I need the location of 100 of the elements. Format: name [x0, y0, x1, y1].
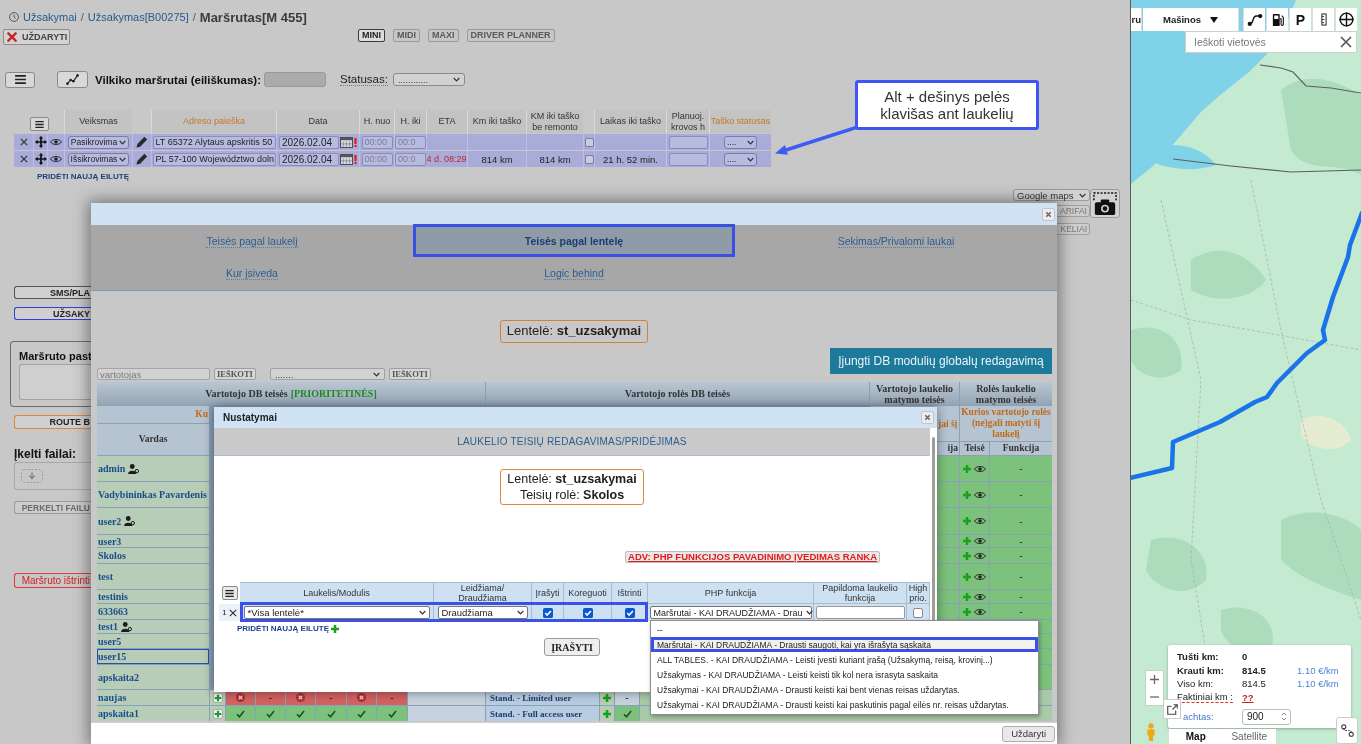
- delete-icon[interactable]: [228, 608, 237, 617]
- address-field[interactable]: PL 57-100 Województwo doln: [152, 152, 276, 166]
- locate-button[interactable]: [1335, 8, 1357, 31]
- eye-icon[interactable]: [974, 517, 986, 525]
- eye-icon[interactable]: [974, 607, 986, 616]
- eye-icon[interactable]: [50, 155, 62, 163]
- checkbox[interactable]: [913, 607, 923, 618]
- close-button[interactable]: [921, 411, 934, 424]
- eye-icon[interactable]: [974, 490, 986, 499]
- map-type-tab[interactable]: Map: [1169, 729, 1223, 744]
- vehicles-select[interactable]: Mašinos: [1143, 8, 1239, 31]
- menu-icon: [225, 589, 234, 597]
- checkbox[interactable]: [584, 154, 594, 164]
- section-label: Įkelti failai:: [14, 448, 77, 461]
- status-select[interactable]: ....: [724, 152, 757, 166]
- notes-field[interactable]: [19, 364, 91, 400]
- view-button[interactable]: MAXI: [428, 29, 459, 42]
- close-dialog-button[interactable]: Uždaryti: [1002, 725, 1055, 742]
- delete-icon[interactable]: [19, 138, 28, 146]
- menu-button[interactable]: [221, 586, 238, 600]
- action-select[interactable]: Išsikrovimas: [67, 152, 130, 166]
- freight-field[interactable]: 900: [1242, 708, 1291, 725]
- parking-button[interactable]: P: [1289, 8, 1311, 31]
- breadcrumb-link[interactable]: Užsakymas[B00275]: [87, 11, 189, 23]
- chart-button[interactable]: [57, 71, 88, 88]
- ruler-icon: [1320, 13, 1327, 26]
- view-button[interactable]: MIDI: [393, 29, 420, 42]
- pencil-icon[interactable]: [136, 136, 148, 148]
- breadcrumb-link[interactable]: Užsakymai: [23, 11, 77, 23]
- calendar-icon[interactable]: [340, 153, 353, 165]
- close-button[interactable]: [1042, 207, 1055, 221]
- add-row-link[interactable]: PRIDĖTI NAUJĄ EILUTĘ: [37, 172, 129, 181]
- dropdown-option[interactable]: Užsakymai - KAI DRAUDŽIAMA - Drausti keisti kai bent vienas reisas uždarytas.: [651, 682, 1038, 697]
- map-source-select[interactable]: Google maps: [1013, 189, 1090, 201]
- side-button[interactable]: SMS/PLA: [14, 286, 91, 299]
- user-name: test: [98, 571, 113, 582]
- date-field[interactable]: 2026.02.04: [279, 135, 339, 149]
- dropdown-option[interactable]: Maršrutai - KAI DRAUDŽIAMA - Drausti saugoti, kai yra išrašyta sąskaita: [651, 637, 1038, 652]
- save-button[interactable]: ĮRAŠYTI: [544, 638, 600, 656]
- hours-field[interactable]: [668, 152, 708, 166]
- checkbox[interactable]: [582, 607, 593, 618]
- cross-icon: [296, 693, 305, 702]
- add-row-link[interactable]: PRIDĖTI NAUJĄ EILUTĘ: [237, 624, 329, 634]
- dropdown-option[interactable]: Užsakymai - KAI DRAUDŽIAMA - Drausti keisti kai paskutinis pagal eilės nr. reisas uždarytas.: [651, 697, 1038, 712]
- address-field[interactable]: LT 65372 Alytaus apskritis 50: [152, 135, 276, 149]
- manual-input-link[interactable]: ADV: PHP FUNKCIJOS PAVADINIMO ĮVEDIMAS RANKA: [625, 551, 880, 563]
- eye-icon[interactable]: [974, 537, 986, 545]
- user-search-field[interactable]: vartotojas: [97, 368, 210, 380]
- input-field[interactable]: [815, 606, 905, 619]
- location-search-field[interactable]: Ieškoti vietovės: [1185, 31, 1357, 53]
- status-select[interactable]: ....: [724, 135, 757, 149]
- pencil-icon[interactable]: [136, 153, 148, 165]
- checkbox[interactable]: [624, 607, 635, 618]
- cross-icon: [236, 693, 245, 702]
- open-external-button[interactable]: [1163, 699, 1181, 719]
- fuel-button[interactable]: [1266, 8, 1288, 31]
- plus-icon[interactable]: [331, 625, 339, 633]
- eye-icon[interactable]: [974, 551, 986, 560]
- action-select[interactable]: Pasikrovima: [67, 135, 130, 149]
- route-button[interactable]: [1243, 8, 1265, 31]
- hours-field[interactable]: [668, 135, 708, 149]
- column-header: H. iki: [394, 110, 426, 133]
- toolbar-tab[interactable]: ru: [1131, 8, 1142, 31]
- map-type-tab[interactable]: Satellite: [1222, 729, 1276, 744]
- eye-icon[interactable]: [974, 592, 986, 601]
- menu-button[interactable]: [29, 117, 49, 131]
- ruler-button[interactable]: [1312, 8, 1334, 31]
- search-button[interactable]: IEŠKOTI: [214, 368, 256, 380]
- search-button[interactable]: IEŠKOTI: [388, 368, 431, 380]
- dropdown-option[interactable]: ALL TABLES. - KAI DRAUDŽIAMA - Leisti įvesti kuriant įrašą (Užsakymą, reisą, krovinį...): [651, 652, 1038, 667]
- status-select[interactable]: ............: [392, 73, 465, 86]
- role-select[interactable]: .......: [269, 368, 385, 380]
- global-edit-button[interactable]: Įjungti DB modulių globalų redagavimą: [830, 348, 1052, 374]
- move-icon[interactable]: [34, 153, 47, 165]
- check-icon: [236, 709, 245, 718]
- checkbox[interactable]: [584, 137, 594, 147]
- field-select[interactable]: *Visa lentelė*: [243, 606, 430, 619]
- view-button[interactable]: DRIVER PLANNER: [466, 29, 555, 42]
- function-select[interactable]: Maršrutai - KAI DRAUDŽIAMA - Drau: [649, 606, 812, 619]
- side-button[interactable]: ROUTE B: [14, 415, 91, 429]
- dropdown-option[interactable]: --: [651, 622, 1038, 637]
- check-icon: [357, 709, 366, 718]
- menu-button[interactable]: [5, 71, 35, 88]
- view-button[interactable]: MINI: [358, 29, 385, 42]
- calendar-icon[interactable]: [340, 136, 353, 148]
- tab[interactable]: Teisės pagal lentelę: [413, 224, 735, 257]
- eye-icon[interactable]: [974, 572, 986, 581]
- move-icon[interactable]: [34, 136, 47, 148]
- eye-icon[interactable]: [974, 464, 986, 473]
- close-button[interactable]: UŽDARYTI: [3, 29, 70, 45]
- permission-select[interactable]: Draudžiama: [437, 606, 528, 619]
- dropdown-option[interactable]: Užsakymas - KAI DRAUDŽIAMA - Leisti keisti tik kol nera israsyta saskaita: [651, 667, 1038, 682]
- route-order-field[interactable]: [264, 72, 326, 87]
- screenshot-button[interactable]: [1090, 189, 1120, 218]
- date-field[interactable]: 2026.02.04: [279, 152, 339, 166]
- side-button[interactable]: UŽSAKY: [14, 307, 91, 320]
- delete-icon[interactable]: [19, 155, 28, 163]
- checkbox[interactable]: [542, 607, 553, 618]
- route-options-button[interactable]: [1336, 717, 1358, 744]
- eye-icon[interactable]: [50, 138, 62, 146]
